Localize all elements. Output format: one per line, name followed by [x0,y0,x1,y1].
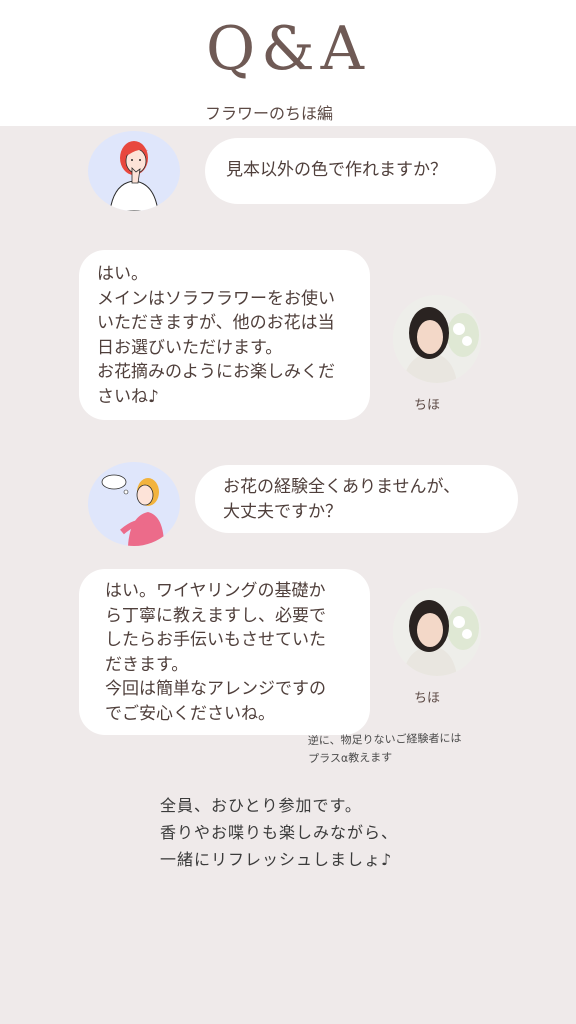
handwritten-note: 逆に、物足りないご経験者には プラスα教えます [308,730,462,769]
answer-line: いただきますが、他のお花は当 [97,313,335,333]
question-bubble-1: 見本以外の色で作れますか？ [205,138,496,204]
answer-line: でご安心くださいね。 [105,703,275,724]
questioner-avatar-2 [88,462,180,546]
answer-line: はい。ワイヤリングの基礎か [105,581,326,601]
footer-message: 全員、おひとり参加です。 香りやお喋りも楽しみながら、 一緒にリフレッシュしまし… [160,792,398,873]
answer-bubble-1: はい。 メインはソラフラワーをお使い いただきますが、他のお花は当 日お選びいた… [79,250,370,420]
answer-line: メインはソラフラワーをお使い [97,288,335,309]
thinking-woman-illustration [109,141,159,211]
question-line: 大丈夫ですか？ [223,502,342,522]
answer-line: 日お選びいただけます。 [97,337,283,358]
question-text-1: 見本以外の色で作れますか？ [226,160,447,180]
portrait-photo [393,295,481,383]
question-bubble-2: お花の経験全くありませんが、 大丈夫ですか？ [195,465,518,533]
footer-line: 全員、おひとり参加です。 [160,796,362,815]
answer-bubble-2: はい。ワイヤリングの基礎か ら丁寧に教えますし、必要で したらお手伝いもさせてい… [79,569,370,735]
answerer-photo-1 [393,295,481,383]
question-line: お花の経験全くありませんが、 [223,477,461,497]
note-line: プラスα教えます [308,750,393,766]
note-line: 逆に、物足りないご経験者には [307,731,462,748]
answerer-name-1: ちほ [414,398,441,413]
questioner-avatar-1 [88,131,180,211]
footer-line: 一緒にリフレッシュしましょ♪ [160,850,393,869]
pondering-woman-illustration [101,474,164,546]
answerer-photo-2 [393,588,481,676]
page-subtitle: フラワーのちほ編 [205,104,334,123]
answer-line: だきます。 [105,654,189,675]
answer-line: したらお手伝いもさせていた [105,630,326,650]
answerer-name-2: ちほ [414,691,441,706]
page-title: Q&A [206,14,370,84]
portrait-photo [393,588,481,676]
answer-line: 今回は簡単なアレンジですの [105,679,326,699]
answer-line: お花摘みのようにお楽しみくだ [97,362,335,382]
answer-line: ら丁寧に教えますし、必要で [105,605,326,626]
answer-line: はい。 [97,264,148,284]
answer-line: さいね♪ [97,386,159,407]
footer-line: 香りやお喋りも楽しみながら、 [160,823,399,842]
